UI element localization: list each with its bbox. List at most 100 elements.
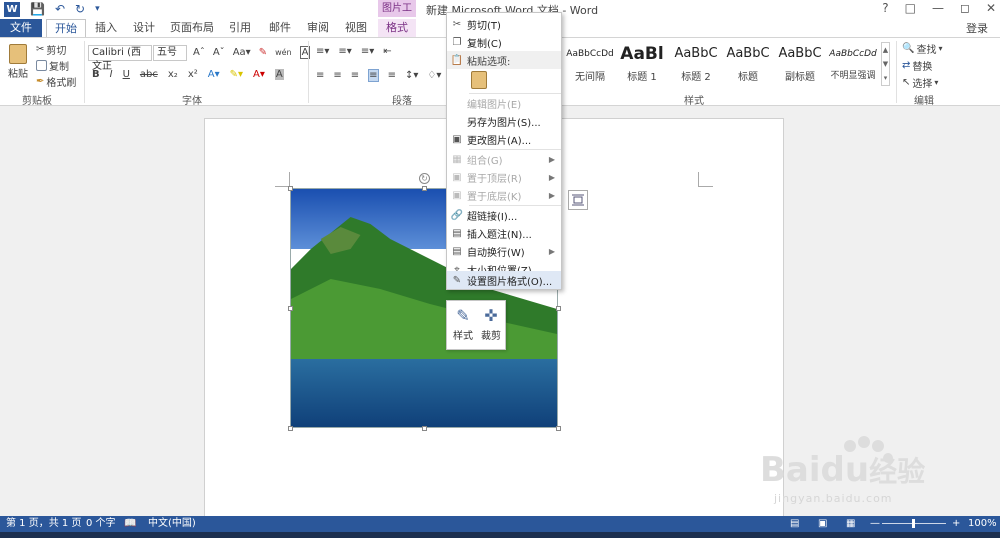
zoom-slider-thumb[interactable]	[912, 519, 915, 528]
zoom-in-icon[interactable]: +	[952, 517, 960, 531]
bullets-icon[interactable]: ≡▾	[316, 46, 329, 57]
hyperlink-icon: 🔗	[450, 209, 464, 221]
menu-item-copy[interactable]: ❐ 复制(C)	[447, 33, 561, 51]
read-mode-icon[interactable]: ▤	[790, 517, 799, 531]
subscript-button[interactable]: x₂	[168, 69, 178, 80]
superscript-button[interactable]: x²	[188, 69, 198, 80]
replace-button[interactable]: ⇄ 替换	[902, 58, 932, 73]
resize-handle[interactable]	[288, 306, 293, 311]
menu-item-cut[interactable]: ✂ 剪切(T)	[447, 15, 561, 33]
paste-button[interactable]: 粘贴	[8, 44, 28, 80]
phonetic-icon[interactable]: wén	[275, 48, 292, 57]
shrink-font-icon[interactable]: Aˇ	[213, 47, 225, 58]
style-heading-1[interactable]: AaBl 标题 1	[616, 40, 668, 86]
menu-item-format-picture[interactable]: ✎ 设置图片格式(O)...	[447, 271, 561, 289]
font-color-icon[interactable]: A▾	[253, 69, 265, 80]
grow-font-icon[interactable]: Aˆ	[193, 47, 205, 58]
rotate-handle[interactable]: ↻	[419, 173, 430, 184]
resize-handle[interactable]	[288, 186, 293, 191]
print-layout-icon[interactable]: ▣	[818, 517, 827, 531]
change-case-icon[interactable]: Aa▾	[233, 47, 251, 58]
paste-keep-source-icon[interactable]	[471, 71, 487, 89]
align-center-icon[interactable]: ≡	[333, 70, 341, 81]
maximize-icon[interactable]: ◻	[960, 1, 970, 15]
tab-format[interactable]: 格式	[378, 19, 416, 37]
resize-handle[interactable]	[556, 306, 561, 311]
cut-button[interactable]: ✂ 剪切	[36, 42, 66, 57]
italic-button[interactable]: I	[110, 69, 113, 80]
zoom-level[interactable]: 100%	[968, 517, 997, 531]
tab-review[interactable]: 审阅	[300, 19, 336, 37]
customize-qat-icon[interactable]: ▾	[95, 2, 100, 17]
style-heading-2[interactable]: AaBbC 标题 2	[670, 40, 722, 86]
find-button[interactable]: 🔍 查找 ▾	[902, 41, 942, 56]
resize-handle[interactable]	[556, 426, 561, 431]
highlight-icon[interactable]: ✎▾	[230, 69, 243, 80]
crop-button[interactable]: ✜ 裁剪	[477, 305, 505, 342]
align-left-icon[interactable]: ≡	[316, 70, 324, 81]
select-button[interactable]: ↖ 选择 ▾	[902, 75, 938, 90]
word-count[interactable]: 0 个字	[86, 517, 116, 531]
strikethrough-button[interactable]: abc	[140, 69, 158, 80]
shading-icon[interactable]: ♢▾	[427, 70, 441, 81]
distributed-icon[interactable]: ≡	[388, 70, 396, 81]
menu-item-insert-caption[interactable]: ▤ 插入题注(N)...	[447, 224, 561, 242]
text-effects-icon[interactable]: A▾	[208, 69, 220, 80]
underline-button[interactable]: U	[123, 69, 130, 80]
menu-item-hyperlink[interactable]: 🔗 超链接(I)...	[447, 206, 561, 224]
resize-handle[interactable]	[422, 186, 427, 191]
menu-item-save-as-picture[interactable]: 另存为图片(S)...	[447, 112, 561, 130]
bold-button[interactable]: B	[92, 69, 100, 80]
save-icon[interactable]: 💾	[30, 2, 45, 17]
style-no-spacing[interactable]: AaBbCcDd 无间隔	[564, 40, 616, 86]
web-layout-icon[interactable]: ▦	[846, 517, 855, 531]
picture-style-button[interactable]: ✎ 样式	[449, 305, 477, 342]
char-shading-icon[interactable]: A	[274, 69, 284, 80]
multilevel-icon[interactable]: ≡▾	[361, 46, 374, 57]
minimize-icon[interactable]: —	[932, 1, 944, 15]
layout-options-icon[interactable]	[568, 190, 588, 210]
style-subtitle[interactable]: AaBbC 副标题	[774, 40, 826, 86]
ribbon-display-icon[interactable]: □	[905, 1, 916, 15]
tab-file[interactable]: 文件	[0, 19, 42, 37]
wrap-icon: ▤	[452, 245, 462, 257]
style-title[interactable]: AaBbC 标题	[722, 40, 774, 86]
group-divider	[308, 41, 309, 103]
resize-handle[interactable]	[288, 426, 293, 431]
numbering-icon[interactable]: ≡▾	[338, 46, 351, 57]
redo-icon[interactable]: ↻	[75, 2, 85, 17]
zoom-out-icon[interactable]: —	[870, 517, 880, 531]
line-spacing-icon[interactable]: ↕▾	[405, 70, 418, 81]
tab-home[interactable]: 开始	[46, 19, 86, 37]
justify-icon[interactable]: ≡	[368, 69, 379, 82]
taskbar	[0, 532, 1000, 538]
tab-design[interactable]: 设计	[126, 19, 162, 37]
decrease-indent-icon[interactable]: ⇤	[383, 46, 391, 57]
close-icon[interactable]: ✕	[986, 1, 996, 15]
menu-item-text-wrapping[interactable]: ▤ 自动换行(W) ▶	[447, 242, 561, 260]
font-name-combo[interactable]: Calibri (西文正	[88, 45, 152, 72]
signin-link[interactable]: 登录	[966, 20, 988, 36]
copy-button[interactable]: 复制	[36, 58, 69, 73]
page-count[interactable]: 第 1 页，共 1 页	[6, 517, 81, 531]
style-subtle-emphasis[interactable]: AaBbCcDd 不明显强调	[826, 40, 880, 86]
resize-handle[interactable]	[422, 426, 427, 431]
styles-scroll[interactable]: ▲ ▼ ▾	[881, 42, 890, 86]
format-painter-button[interactable]: ✒ 格式刷	[36, 74, 76, 89]
tab-references[interactable]: 引用	[222, 19, 258, 37]
menu-item-bring-to-front: ▣ 置于顶层(R) ▶	[447, 168, 561, 186]
tab-page-layout[interactable]: 页面布局	[166, 19, 218, 37]
send-back-icon: ▣	[452, 189, 462, 201]
language-indicator[interactable]: 中文(中国)	[148, 517, 196, 531]
font-size-combo[interactable]: 五号	[153, 45, 187, 61]
help-icon[interactable]: ?	[882, 1, 888, 15]
tab-mailings[interactable]: 邮件	[262, 19, 298, 37]
tab-insert[interactable]: 插入	[88, 19, 124, 37]
clear-format-icon[interactable]: ✎	[259, 47, 267, 58]
undo-icon[interactable]: ↶	[55, 2, 65, 17]
align-right-icon[interactable]: ≡	[351, 70, 359, 81]
tab-view[interactable]: 视图	[338, 19, 374, 37]
proofing-icon[interactable]: 📖	[124, 517, 136, 531]
search-icon: 🔍	[902, 43, 915, 54]
menu-item-change-picture[interactable]: ▣ 更改图片(A)...	[447, 130, 561, 148]
